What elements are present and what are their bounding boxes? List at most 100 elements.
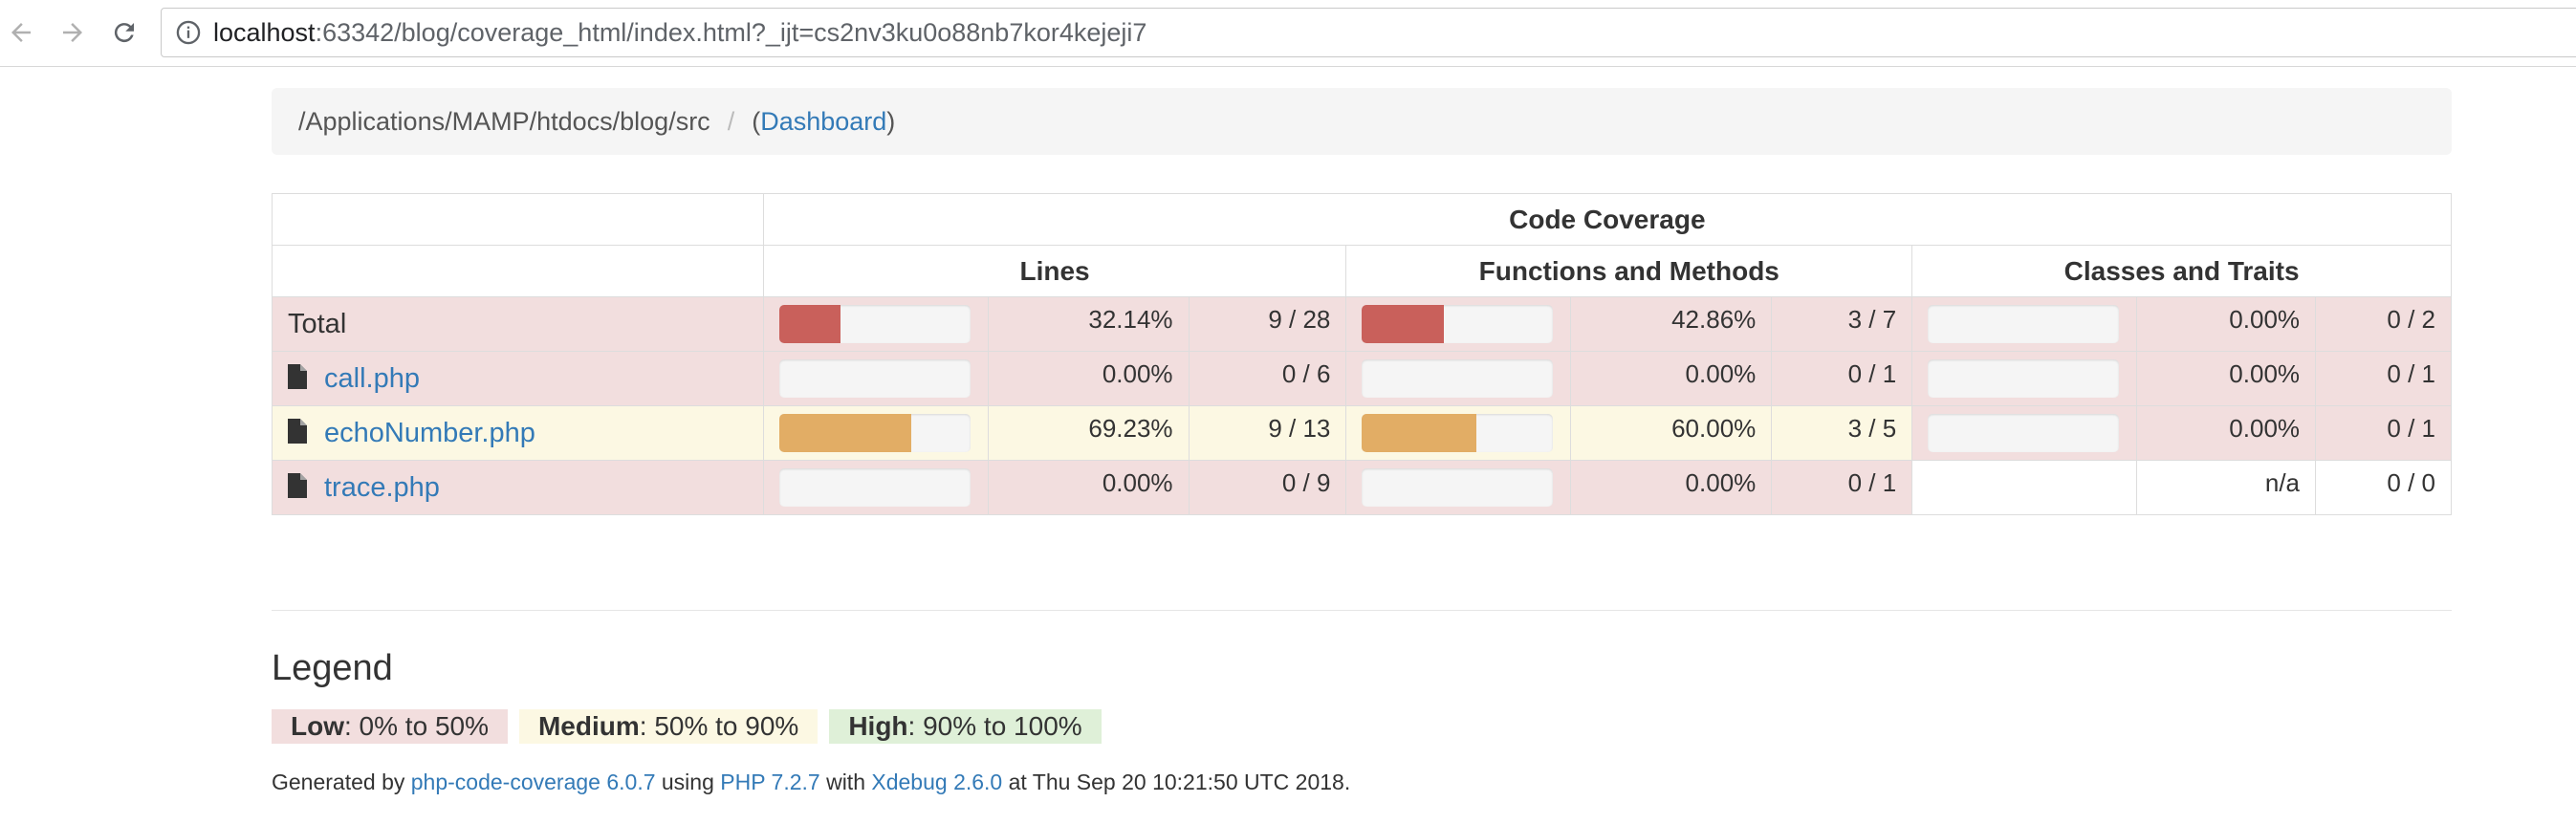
reload-button[interactable]: [103, 11, 145, 54]
header-blank-cell: [272, 193, 764, 246]
lines-percent: 32.14%: [987, 296, 1190, 352]
progress-bar: [778, 468, 971, 507]
classes-count: 0 / 1: [2315, 351, 2452, 406]
footer-with: with: [819, 770, 872, 794]
info-icon[interactable]: [175, 19, 202, 46]
classes-percent: 0.00%: [2136, 405, 2317, 461]
footer: Generated by php-code-coverage 6.0.7 usi…: [272, 770, 1350, 795]
file-name-cell: echoNumber.php: [272, 405, 764, 461]
legend-low-label: Low: [291, 711, 344, 741]
breadcrumb-path: /Applications/MAMP/htdocs/blog/src: [298, 106, 710, 136]
functions-percent: 60.00%: [1570, 405, 1773, 461]
functions-count: 0 / 1: [1771, 460, 1913, 515]
browser-toolbar: localhost:63342/blog/coverage_html/index…: [0, 0, 2576, 67]
lines-bar-cell: [762, 351, 989, 406]
functions-bar-cell: [1345, 460, 1572, 515]
file-link-call-php[interactable]: call.php: [324, 363, 420, 394]
progress-bar: [1362, 359, 1554, 398]
functions-percent: 42.86%: [1570, 296, 1773, 352]
breadcrumb-close-paren: ): [886, 106, 896, 136]
legend: Low: 0% to 50% Medium: 50% to 90% High: …: [272, 709, 1102, 744]
lines-count: 9 / 28: [1188, 296, 1347, 352]
coverage-table: Code Coverage Lines Functions and Method…: [272, 193, 2453, 515]
row-name: Total: [272, 296, 764, 352]
legend-title: Legend: [272, 648, 393, 688]
legend-high-range: : 90% to 100%: [907, 711, 1082, 741]
file-name-cell: call.php: [272, 351, 764, 406]
dashboard-link[interactable]: Dashboard: [760, 107, 886, 137]
legend-high: High: 90% to 100%: [829, 709, 1102, 744]
functions-bar-cell: [1345, 296, 1572, 352]
functions-bar-cell: [1345, 405, 1572, 461]
lines-percent: 69.23%: [987, 405, 1190, 461]
file-icon: [288, 472, 307, 498]
progress-bar: [778, 359, 971, 398]
url-host: localhost: [213, 17, 316, 47]
header-lines: Lines: [762, 245, 1347, 297]
legend-low-range: : 0% to 50%: [344, 711, 489, 741]
lines-percent: 0.00%: [987, 351, 1190, 406]
progress-bar: [1362, 414, 1554, 452]
legend-high-label: High: [848, 711, 908, 741]
legend-medium-label: Medium: [537, 711, 640, 741]
address-bar[interactable]: localhost:63342/blog/coverage_html/index…: [161, 8, 2576, 57]
progress-bar: [1928, 414, 2120, 452]
classes-count: 0 / 2: [2315, 296, 2452, 352]
lines-count: 0 / 9: [1188, 460, 1347, 515]
footer-generated-by: Generated by: [272, 770, 411, 794]
legend-medium: Medium: 50% to 90%: [518, 709, 819, 744]
functions-percent: 0.00%: [1570, 351, 1773, 406]
divider: [272, 610, 2452, 611]
legend-low: Low: 0% to 50%: [272, 709, 508, 744]
progress-bar: [1928, 359, 2120, 398]
progress-bar: [778, 414, 971, 452]
progress-fill: [1362, 414, 1477, 452]
header-blank-cell: [272, 245, 764, 297]
breadcrumb-open-paren: (: [752, 106, 761, 136]
footer-using: using: [655, 770, 721, 794]
classes-percent: 0.00%: [2136, 296, 2317, 352]
table-row-total: Total 32.14% 9 / 28 42.86% 3 / 7 0.00% 0…: [272, 296, 2452, 352]
arrow-left-icon: [11, 23, 31, 42]
table-row: echoNumber.php 69.23% 9 / 13 60.00% 3 / …: [272, 405, 2452, 461]
lines-bar-cell: [762, 296, 989, 352]
functions-count: 0 / 1: [1771, 351, 1913, 406]
header-code-coverage: Code Coverage: [762, 193, 2453, 246]
lines-bar-cell: [762, 460, 989, 515]
lines-count: 0 / 6: [1188, 351, 1347, 406]
php-link[interactable]: PHP 7.2.7: [720, 770, 819, 794]
file-name-cell: trace.php: [272, 460, 764, 515]
classes-bar-cell: [1911, 351, 2138, 406]
progress-bar: [1928, 305, 2120, 343]
xdebug-link[interactable]: Xdebug 2.6.0: [871, 770, 1002, 794]
classes-percent: n/a: [2136, 460, 2317, 515]
breadcrumb: /Applications/MAMP/htdocs/blog/src / (Da…: [272, 88, 2452, 155]
classes-bar-cell: [1911, 405, 2138, 461]
url-path: :63342/blog/coverage_html/index.html?_ij…: [315, 17, 1147, 47]
lines-count: 9 / 13: [1188, 405, 1347, 461]
url-text[interactable]: localhost:63342/blog/coverage_html/index…: [213, 18, 1146, 48]
file-link-trace-php[interactable]: trace.php: [324, 472, 440, 503]
reload-icon: [114, 23, 134, 43]
php-code-coverage-link[interactable]: php-code-coverage 6.0.7: [411, 770, 656, 794]
back-button[interactable]: [0, 11, 42, 54]
progress-bar: [778, 305, 971, 343]
file-link-echonumber-php[interactable]: echoNumber.php: [324, 418, 535, 448]
progress-bar: [1362, 468, 1554, 507]
footer-date: at Thu Sep 20 10:21:50 UTC 2018.: [1002, 770, 1351, 794]
classes-count: 0 / 0: [2315, 460, 2452, 515]
progress-bar: [1362, 305, 1554, 343]
file-icon: [288, 418, 307, 444]
progress-fill: [778, 414, 912, 452]
file-icon: [288, 363, 307, 389]
functions-percent: 0.00%: [1570, 460, 1773, 515]
progress-fill: [778, 305, 840, 343]
classes-bar-cell-empty: [1911, 460, 2138, 515]
classes-count: 0 / 1: [2315, 405, 2452, 461]
header-functions-methods: Functions and Methods: [1345, 245, 1913, 297]
progress-fill: [1362, 305, 1445, 343]
legend-medium-range: : 50% to 90%: [639, 711, 799, 741]
lines-bar-cell: [762, 405, 989, 461]
forward-button[interactable]: [52, 11, 94, 54]
functions-count: 3 / 7: [1771, 296, 1913, 352]
